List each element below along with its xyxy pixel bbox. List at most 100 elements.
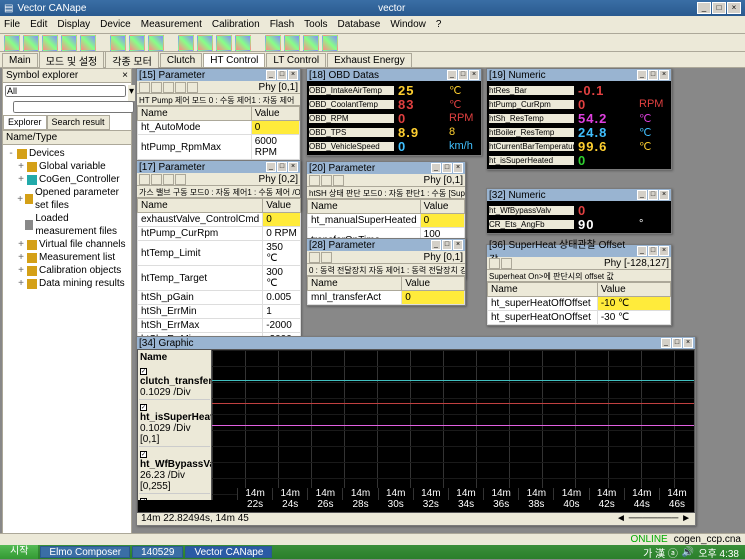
min-icon[interactable]: _ <box>266 70 276 80</box>
table-row[interactable]: ht_superHeatOffOffset-10 ℃ <box>488 297 671 311</box>
min-icon[interactable]: _ <box>637 70 647 80</box>
tool-icon[interactable] <box>139 82 150 93</box>
max-icon[interactable]: □ <box>277 70 287 80</box>
close-icon[interactable]: × <box>453 240 463 250</box>
filter-input[interactable] <box>13 101 134 113</box>
close-icon[interactable]: × <box>659 190 669 200</box>
close-icon[interactable]: × <box>288 70 298 80</box>
toolbar-button[interactable] <box>216 35 232 51</box>
toolbar-button[interactable] <box>265 35 281 51</box>
signal-item[interactable]: ✓clutch_transfer0.1029 /Div <box>139 364 210 400</box>
tool-icon[interactable] <box>139 174 150 185</box>
max-icon[interactable]: □ <box>648 190 658 200</box>
max-icon[interactable]: □ <box>672 338 682 348</box>
menu-measurement[interactable]: Measurement <box>141 19 202 30</box>
ime-indicator[interactable]: 가 漢 ⓐ <box>643 545 678 560</box>
tool-icon[interactable] <box>187 82 198 93</box>
tool-icon[interactable] <box>309 175 320 186</box>
toolbar-button[interactable] <box>80 35 96 51</box>
parameter-table[interactable]: NameValuemnl_transferAct0 <box>307 276 465 305</box>
tree-node[interactable]: +Virtual file channels <box>5 238 129 251</box>
table-row[interactable]: htPump_RpmMax6000 RPM <box>138 135 300 160</box>
toolbar-button[interactable] <box>178 35 194 51</box>
table-row[interactable]: ht_manualSuperHeated0 <box>308 214 465 228</box>
min-icon[interactable]: _ <box>637 190 647 200</box>
toolbar-button[interactable] <box>235 35 251 51</box>
maximize-button[interactable]: □ <box>712 2 726 14</box>
parameter-table[interactable]: NameValueht_superHeatOffOffset-10 ℃ht_su… <box>487 282 671 325</box>
max-icon[interactable]: □ <box>458 70 468 80</box>
close-icon[interactable]: × <box>453 163 463 173</box>
tool-icon[interactable] <box>321 175 332 186</box>
menu-file[interactable]: File <box>4 19 20 30</box>
min-icon[interactable]: _ <box>637 246 647 256</box>
toolbar-button[interactable] <box>23 35 39 51</box>
tab-motors[interactable]: 각종 모터 <box>105 51 159 69</box>
table-row[interactable]: ht_AutoMode0 <box>138 121 300 135</box>
tool-icon[interactable] <box>333 175 344 186</box>
table-row[interactable]: mnl_transferAct0 <box>308 291 465 305</box>
search-input[interactable] <box>5 85 126 97</box>
signal-item[interactable]: ✓ht_isSuperHeate0.1029 /Div[0,1] <box>139 400 210 447</box>
tab-main[interactable]: Main <box>2 53 38 67</box>
tool-icon[interactable] <box>175 174 186 185</box>
tab-ht-control[interactable]: HT Control <box>203 53 265 67</box>
toolbar-button[interactable] <box>148 35 164 51</box>
tool-icon[interactable] <box>163 174 174 185</box>
max-icon[interactable]: □ <box>648 70 658 80</box>
table-row[interactable]: htTemp_Limit350 ℃ <box>138 241 301 266</box>
menu-window[interactable]: Window <box>390 19 426 30</box>
tool-icon[interactable] <box>163 82 174 93</box>
tab-search-result[interactable]: Search result <box>47 115 110 130</box>
toolbar-button[interactable] <box>42 35 58 51</box>
toolbar-button[interactable] <box>303 35 319 51</box>
start-button[interactable]: 시작 <box>0 545 38 559</box>
max-icon[interactable]: □ <box>442 163 452 173</box>
min-icon[interactable]: _ <box>431 163 441 173</box>
toolbar-button[interactable] <box>129 35 145 51</box>
close-icon[interactable]: × <box>659 70 669 80</box>
tool-icon[interactable] <box>309 252 320 263</box>
menu-display[interactable]: Display <box>57 19 90 30</box>
tree-node[interactable]: +Calibration objects <box>5 264 129 277</box>
min-icon[interactable]: _ <box>661 338 671 348</box>
taskbar-item[interactable]: Elmo Composer <box>40 546 130 558</box>
tab-exhaust[interactable]: Exhaust Energy <box>327 53 412 67</box>
menu-database[interactable]: Database <box>338 19 381 30</box>
table-row[interactable]: ht_superHeatOnOffset-30 ℃ <box>488 311 671 325</box>
tab-explorer[interactable]: Explorer <box>3 115 47 130</box>
sidebar-close-icon[interactable]: × <box>122 70 128 81</box>
menu-help[interactable]: ? <box>436 19 442 30</box>
toolbar-button[interactable] <box>284 35 300 51</box>
table-row[interactable]: exhaustValve_ControlCmd0 <box>138 213 301 227</box>
toolbar-button[interactable] <box>4 35 20 51</box>
menu-edit[interactable]: Edit <box>30 19 47 30</box>
min-icon[interactable]: _ <box>431 240 441 250</box>
tool-icon[interactable] <box>151 174 162 185</box>
minimize-button[interactable]: _ <box>697 2 711 14</box>
close-icon[interactable]: × <box>469 70 479 80</box>
tab-clutch[interactable]: Clutch <box>160 53 202 67</box>
tray-icon[interactable]: 🔊 <box>682 547 694 558</box>
toolbar-button[interactable] <box>197 35 213 51</box>
tree-node[interactable]: Loaded measurement files <box>5 212 129 238</box>
taskbar-item[interactable]: 140529 <box>132 546 183 558</box>
max-icon[interactable]: □ <box>648 246 658 256</box>
toolbar-button[interactable] <box>322 35 338 51</box>
tool-icon[interactable] <box>175 82 186 93</box>
close-button[interactable]: × <box>727 2 741 14</box>
tree-node[interactable]: +Data mining results <box>5 277 129 290</box>
table-row[interactable]: htSh_ErrMin1 <box>138 305 301 319</box>
tab-lt-control[interactable]: LT Control <box>266 53 326 67</box>
table-row[interactable]: htTemp_Target300 ℃ <box>138 266 301 291</box>
menu-flash[interactable]: Flash <box>270 19 294 30</box>
table-row[interactable]: htSh_ErrMax-2000 <box>138 319 301 333</box>
tool-icon[interactable] <box>489 258 500 269</box>
menu-tools[interactable]: Tools <box>304 19 327 30</box>
table-row[interactable]: htSh_pGain0.005 <box>138 291 301 305</box>
tab-mode[interactable]: 모드 및 설정 <box>39 51 105 69</box>
menu-device[interactable]: Device <box>100 19 131 30</box>
min-icon[interactable]: _ <box>447 70 457 80</box>
signal-legend[interactable]: Name ✓clutch_transfer0.1029 /Div✓ht_isSu… <box>138 350 212 500</box>
toolbar-button[interactable] <box>110 35 126 51</box>
